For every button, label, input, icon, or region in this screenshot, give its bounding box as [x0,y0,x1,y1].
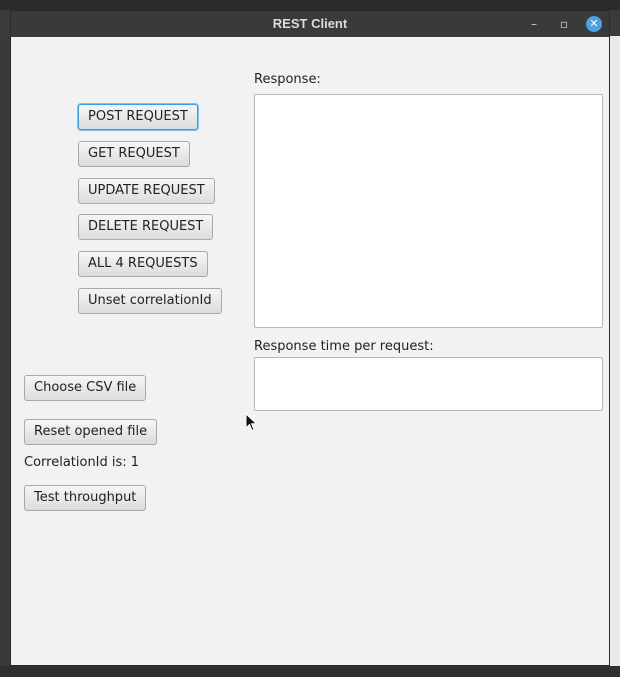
maximize-icon[interactable]: ▫ [556,16,572,32]
test-throughput-button[interactable]: Test throughput [24,485,147,511]
close-icon[interactable]: ✕ [586,16,602,32]
response-textarea[interactable] [254,94,603,328]
background-ide-strip [0,0,620,10]
unset-correlation-button[interactable]: Unset correlationId [78,288,222,314]
main-content: POST REQUEST GET REQUEST UPDATE REQUEST … [11,37,609,665]
rest-client-window: REST Client – ▫ ✕ POST REQUEST GET REQUE… [10,10,610,666]
background-ide-right [610,36,620,677]
minimize-icon[interactable]: – [526,16,542,32]
delete-request-button[interactable]: DELETE REQUEST [78,214,214,240]
choose-csv-button[interactable]: Choose CSV file [24,375,147,401]
response-time-textarea[interactable] [254,357,603,411]
reset-file-button[interactable]: Reset opened file [24,419,158,445]
mouse-pointer-icon [245,413,258,432]
correlation-id-label: CorrelationId is: 1 [24,455,140,470]
background-ide-bottom [0,666,620,677]
update-request-button[interactable]: UPDATE REQUEST [78,178,215,204]
background-ide-left [0,36,10,666]
window-title: REST Client [272,16,348,31]
title-bar[interactable]: REST Client – ▫ ✕ [11,11,609,37]
post-request-button[interactable]: POST REQUEST [78,104,198,130]
response-label: Response: [254,72,321,87]
get-request-button[interactable]: GET REQUEST [78,141,190,167]
all-requests-button[interactable]: ALL 4 REQUESTS [78,251,208,277]
response-time-label: Response time per request: [254,339,434,354]
